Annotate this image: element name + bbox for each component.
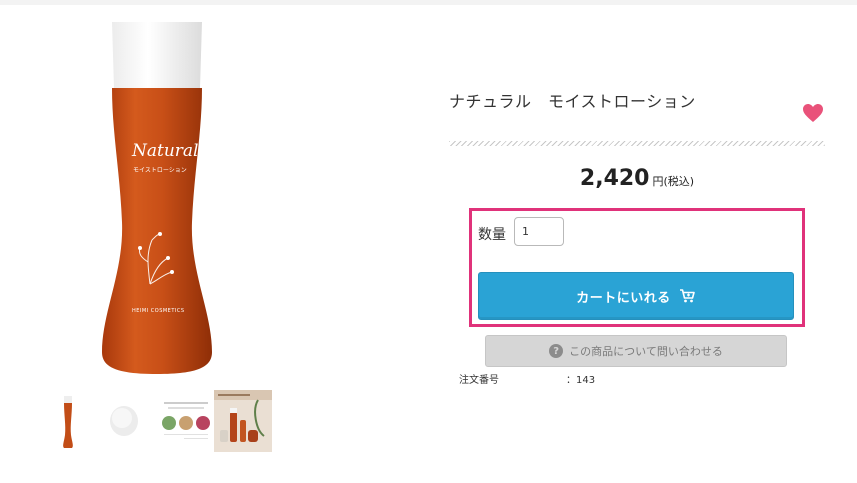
add-to-cart-button[interactable]: カートにいれる — [478, 272, 794, 320]
favorite-button[interactable] — [801, 101, 825, 125]
order-number-value: ：143 — [566, 375, 596, 386]
bottle-brand-text: Natural — [131, 141, 199, 161]
price-row: 2,420 円(税込) — [449, 166, 825, 191]
thumbnail-bottle[interactable] — [39, 390, 97, 452]
inquire-label: この商品について問い合わせる — [569, 345, 723, 358]
price-value: 2,420 — [579, 166, 650, 191]
inquire-about-product-button[interactable]: ? この商品について問い合わせる — [485, 335, 787, 367]
bottle-maker-text: HEIMI COSMETICS — [132, 308, 185, 314]
title-divider — [449, 141, 825, 146]
product-title: ナチュラル モイストローション — [449, 92, 696, 111]
thumbnail-lineup-banner[interactable] — [214, 390, 272, 452]
quantity-input[interactable] — [514, 217, 564, 246]
thumbnail-lotion-drop[interactable] — [98, 390, 156, 452]
thumbnail-ingredients[interactable] — [156, 390, 214, 452]
main-product-image: Natural モイストローション HEIMI COSMETICS — [88, 22, 226, 376]
question-circle-icon: ? — [549, 344, 564, 358]
cart-icon — [679, 289, 695, 303]
heart-icon — [803, 104, 823, 122]
top-bar — [0, 0, 857, 5]
bottle-subtitle-text: モイストローション — [133, 167, 187, 174]
order-number-label: 注文番号 — [459, 375, 499, 386]
price-tax-label: 円(税込) — [652, 175, 695, 188]
quantity-label: 数量 — [478, 227, 506, 243]
add-to-cart-label: カートにいれる — [576, 290, 671, 306]
